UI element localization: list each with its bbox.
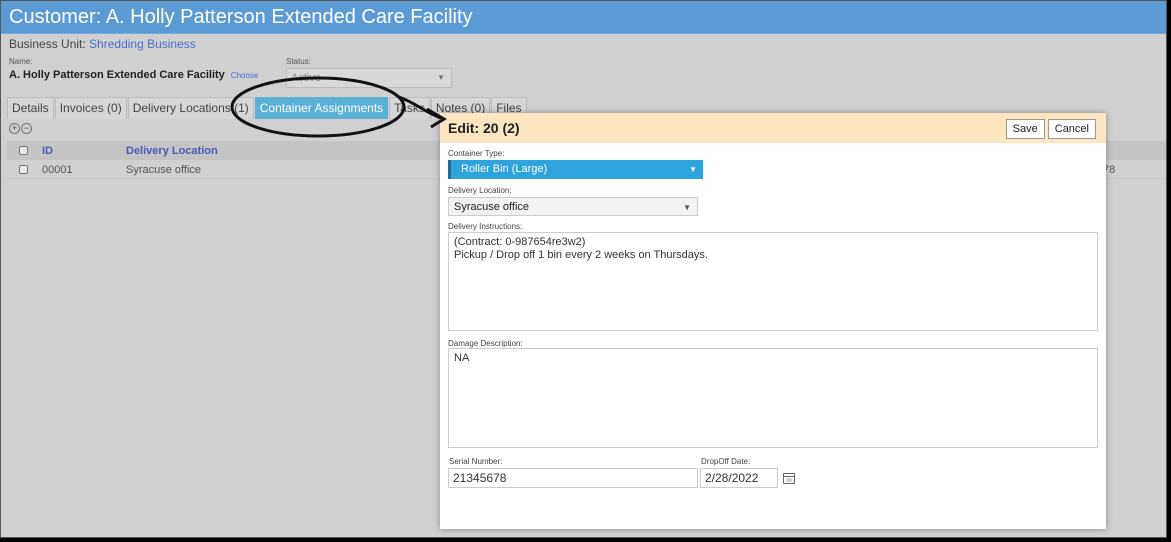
status-label: Status: [286, 57, 311, 66]
dropoff-date-label: DropOff Date: [701, 457, 751, 466]
tab-details[interactable]: Details [7, 97, 54, 119]
business-unit-label: Business Unit: [9, 37, 86, 51]
name-block: Name: A. Holly Patterson Extended Care F… [9, 57, 258, 81]
container-type-value: Roller Bin (Large) [461, 163, 548, 175]
delivery-location-label: Delivery Location: [448, 186, 512, 195]
calendar-icon[interactable] [783, 473, 795, 484]
serial-number-label: Serial Number: [449, 457, 503, 466]
tab-tasks[interactable]: Tasks [389, 97, 430, 119]
delivery-location-value: Syracuse office [454, 201, 530, 213]
choose-link[interactable]: Choose [231, 71, 259, 80]
business-unit-link[interactable]: Shredding Business [89, 37, 196, 51]
cancel-button[interactable]: Cancel [1047, 119, 1096, 139]
edit-dialog: Edit: 20 (2) Save Cancel Container Type:… [440, 113, 1106, 529]
column-header-id[interactable]: ID [42, 145, 126, 157]
customer-name: A. Holly Patterson Extended Care Facilit… [9, 69, 225, 81]
dialog-title: Edit: 20 (2) [448, 120, 520, 136]
delivery-instructions-textarea[interactable]: (Contract: 0-987654re3w2) Pickup / Drop … [448, 232, 1098, 331]
collapse-all-icon[interactable]: − [21, 123, 32, 134]
dialog-header: Edit: 20 (2) Save Cancel [440, 113, 1106, 143]
row-delivery-location: Syracuse office [126, 163, 202, 176]
business-unit-row: Business Unit: Shredding Business [1, 34, 1166, 54]
chevron-down-icon: ▼ [437, 73, 445, 82]
status-select[interactable]: Active ▼ [286, 68, 452, 88]
tab-invoices[interactable]: Invoices (0) [54, 97, 127, 119]
status-block: Status: Active ▼ [286, 57, 452, 88]
delivery-location-select[interactable]: Syracuse office ▼ [448, 197, 698, 216]
grid-toolbar: + − [9, 123, 32, 134]
row-id: 00001 [42, 163, 73, 176]
row-checkbox[interactable] [19, 165, 28, 174]
delivery-instructions-label: Delivery Instructions: [448, 222, 523, 231]
tab-container-assignments[interactable]: Container Assignments [254, 97, 389, 119]
tab-delivery-locations[interactable]: Delivery Locations (1) [127, 97, 254, 119]
container-type-select[interactable]: Roller Bin (Large) ▼ [448, 160, 703, 179]
container-type-label: Container Type: [448, 149, 505, 158]
chevron-down-icon: ▼ [689, 165, 697, 174]
page-title: Customer: A. Holly Patterson Extended Ca… [1, 1, 1166, 34]
column-header-delivery-location[interactable]: Delivery Location [126, 145, 426, 157]
damage-description-textarea[interactable]: NA [448, 348, 1098, 448]
dropoff-date-input[interactable]: 2/28/2022 [700, 468, 778, 488]
customer-page: Customer: A. Holly Patterson Extended Ca… [0, 0, 1167, 538]
chevron-down-icon: ▼ [683, 203, 691, 212]
save-button[interactable]: Save [1005, 119, 1045, 139]
serial-number-input[interactable]: 21345678 [448, 468, 698, 488]
name-label: Name: [9, 57, 33, 66]
expand-all-icon[interactable]: + [9, 123, 20, 134]
damage-description-label: Damage Description: [448, 339, 523, 348]
status-value: Active [291, 72, 321, 84]
select-all-checkbox[interactable] [19, 146, 28, 155]
